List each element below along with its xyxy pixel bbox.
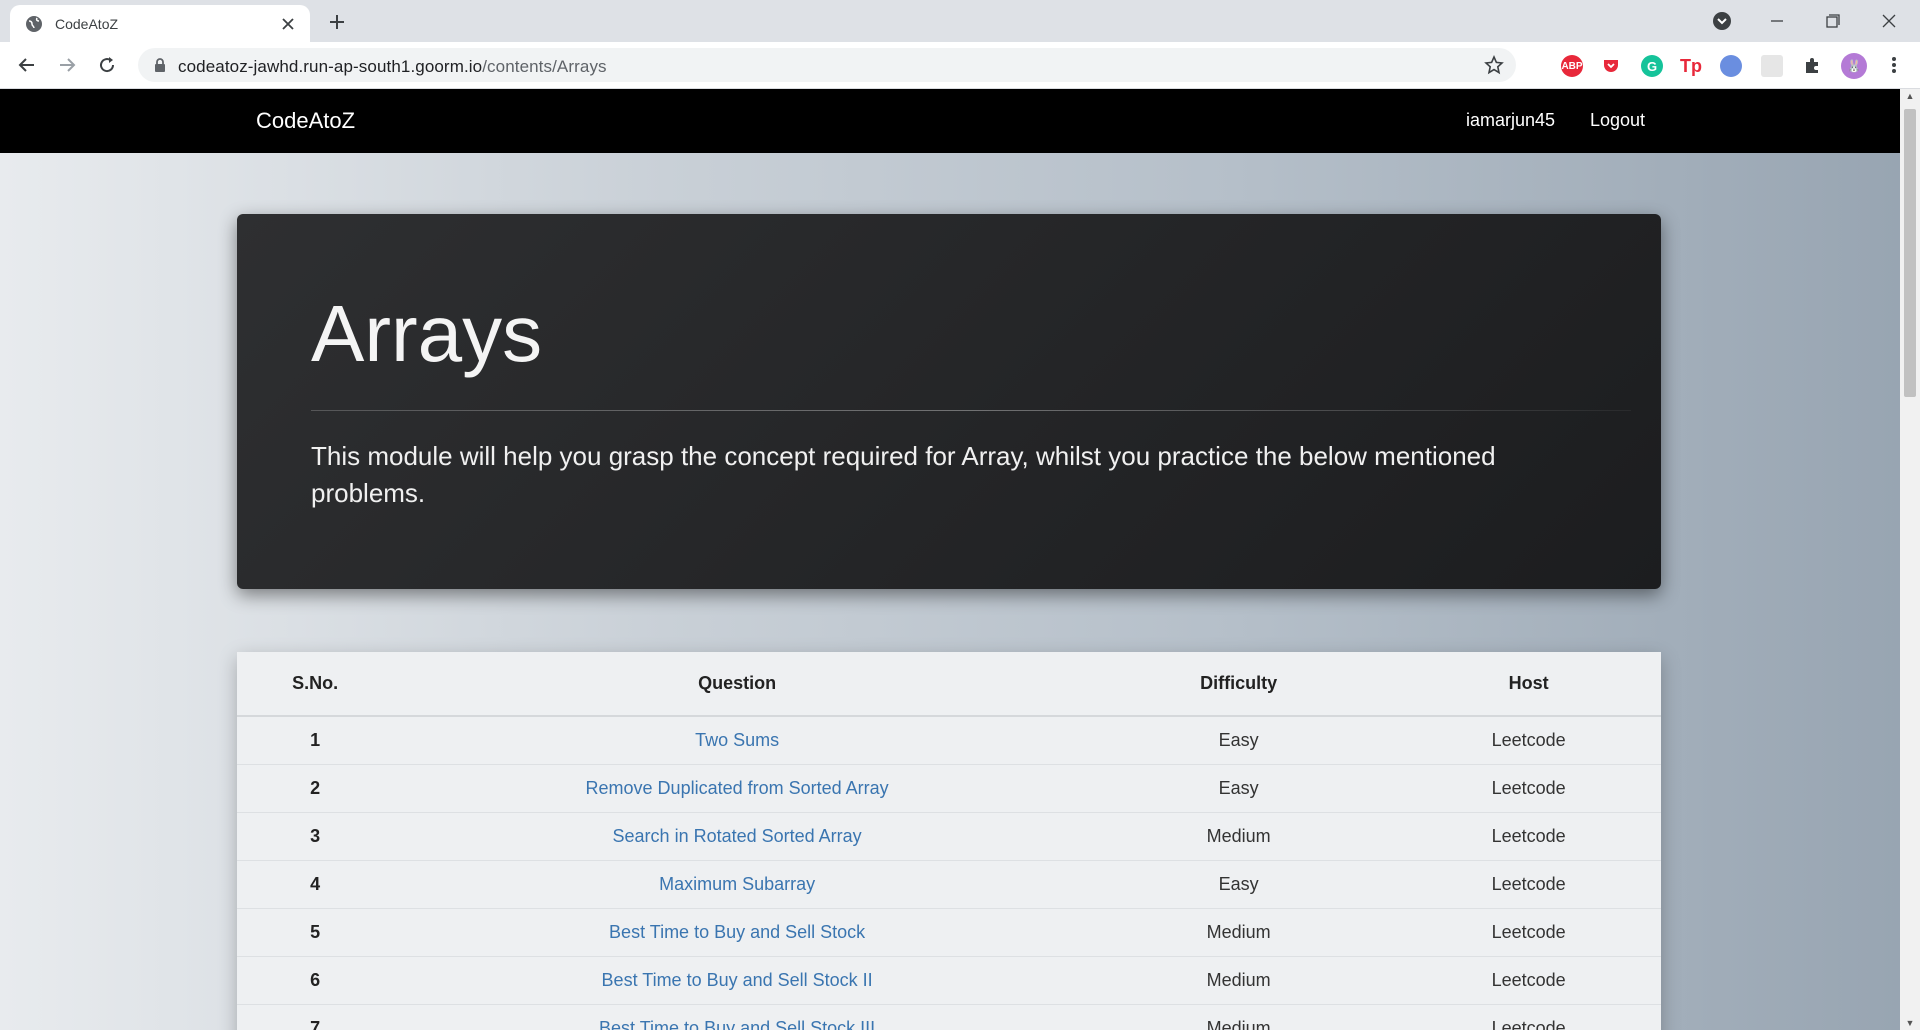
address-bar[interactable]: codeatoz-jawhd.run-ap-south1.goorm.io/co…	[138, 48, 1516, 82]
username-link[interactable]: iamarjun45	[1466, 110, 1555, 131]
table-row: 1 Two Sums Easy Leetcode	[237, 715, 1661, 765]
page-viewport: CodeAtoZ iamarjun45 Logout Arrays This m…	[0, 89, 1900, 1030]
row-host: Leetcode	[1396, 715, 1661, 765]
question-link[interactable]: Best Time to Buy and Sell Stock III	[599, 1018, 875, 1030]
row-host: Leetcode	[1396, 956, 1661, 1005]
header-sno: S.No.	[237, 652, 394, 717]
module-description: This module will help you grasp the conc…	[311, 441, 1496, 508]
tab-strip: CodeAtoZ	[0, 0, 1920, 42]
pocket-icon[interactable]	[1600, 55, 1622, 77]
header-question: Question	[393, 652, 1081, 717]
table-row: 7 Best Time to Buy and Sell Stock III Me…	[237, 1004, 1661, 1030]
question-link[interactable]: Search in Rotated Sorted Array	[613, 826, 862, 846]
new-tab-icon[interactable]	[324, 9, 350, 35]
row-difficulty: Easy	[1080, 764, 1397, 813]
scroll-up-arrow-icon[interactable]: ▲	[1905, 91, 1915, 101]
question-link[interactable]: Best Time to Buy and Sell Stock II	[602, 970, 873, 990]
extension-blue-icon[interactable]	[1720, 55, 1742, 77]
row-sno: 3	[237, 812, 394, 861]
url-text[interactable]: codeatoz-jawhd.run-ap-south1.goorm.io/co…	[178, 57, 607, 77]
row-host: Leetcode	[1396, 764, 1661, 813]
problems-table: S.No. Question Difficulty Host 1 Two Sum…	[237, 652, 1661, 1030]
row-host: Leetcode	[1396, 860, 1661, 909]
logout-link[interactable]: Logout	[1590, 110, 1645, 131]
site-brand-link[interactable]: CodeAtoZ	[256, 108, 355, 134]
row-sno: 2	[237, 764, 394, 813]
question-link[interactable]: Two Sums	[695, 730, 779, 750]
url-host: codeatoz-jawhd.run-ap-south1.goorm.io	[178, 57, 483, 76]
question-link[interactable]: Remove Duplicated from Sorted Array	[586, 778, 889, 798]
restore-icon[interactable]	[1813, 6, 1853, 36]
question-link[interactable]: Maximum Subarray	[659, 874, 815, 894]
row-difficulty: Easy	[1080, 715, 1397, 765]
close-tab-icon[interactable]	[278, 14, 298, 34]
problems-table-card: S.No. Question Difficulty Host 1 Two Sum…	[237, 652, 1661, 1030]
header-difficulty: Difficulty	[1080, 652, 1397, 717]
globe-icon	[25, 15, 43, 33]
close-window-icon[interactable]	[1869, 6, 1909, 36]
table-row: 5 Best Time to Buy and Sell Stock Medium…	[237, 908, 1661, 957]
tab-title: CodeAtoZ	[55, 16, 119, 32]
reload-icon[interactable]	[93, 51, 121, 79]
bookmark-star-icon[interactable]	[1484, 55, 1504, 75]
module-header-card: Arrays This module will help you grasp t…	[237, 214, 1661, 589]
menu-dots-icon[interactable]	[1880, 51, 1908, 79]
table-row: 6 Best Time to Buy and Sell Stock II Med…	[237, 956, 1661, 1005]
profile-avatar[interactable]: 🐰	[1841, 53, 1867, 79]
row-sno: 5	[237, 908, 394, 957]
extension-blank-icon[interactable]	[1761, 55, 1783, 77]
row-sno: 7	[237, 1004, 394, 1030]
table-header-row: S.No. Question Difficulty Host	[237, 652, 1661, 717]
row-difficulty: Medium	[1080, 812, 1397, 861]
row-host: Leetcode	[1396, 908, 1661, 957]
adblock-plus-icon[interactable]: ABP	[1561, 55, 1583, 77]
scrollbar-thumb[interactable]	[1904, 109, 1916, 397]
browser-toolbar: codeatoz-jawhd.run-ap-south1.goorm.io/co…	[0, 42, 1920, 89]
tab-search-icon[interactable]	[1702, 6, 1742, 36]
table-row: 3 Search in Rotated Sorted Array Medium …	[237, 812, 1661, 861]
site-navbar: CodeAtoZ iamarjun45 Logout	[0, 89, 1900, 153]
extensions-puzzle-icon[interactable]	[1801, 55, 1823, 77]
scroll-down-arrow-icon[interactable]: ▼	[1905, 1018, 1915, 1028]
row-difficulty: Easy	[1080, 860, 1397, 909]
url-path: /contents/Arrays	[482, 57, 607, 76]
page-title: Arrays	[311, 289, 543, 378]
page-scrollbar[interactable]: ▲ ▼	[1900, 89, 1920, 1030]
table-row: 4 Maximum Subarray Easy Leetcode	[237, 860, 1661, 909]
row-difficulty: Medium	[1080, 908, 1397, 957]
tp-icon[interactable]: Tp	[1680, 55, 1702, 77]
forward-arrow-icon[interactable]	[53, 51, 81, 79]
browser-tab[interactable]: CodeAtoZ	[10, 5, 310, 42]
back-arrow-icon[interactable]	[13, 51, 41, 79]
row-sno: 6	[237, 956, 394, 1005]
table-row: 2 Remove Duplicated from Sorted Array Ea…	[237, 764, 1661, 813]
row-sno: 4	[237, 860, 394, 909]
divider	[311, 410, 1631, 411]
row-sno: 1	[237, 715, 394, 765]
minimize-icon[interactable]	[1757, 6, 1797, 36]
header-host: Host	[1396, 652, 1661, 717]
question-link[interactable]: Best Time to Buy and Sell Stock	[609, 922, 865, 942]
row-host: Leetcode	[1396, 812, 1661, 861]
grammarly-icon[interactable]: G	[1641, 55, 1663, 77]
row-difficulty: Medium	[1080, 1004, 1397, 1030]
lock-icon[interactable]	[152, 57, 168, 73]
row-host: Leetcode	[1396, 1004, 1661, 1030]
row-difficulty: Medium	[1080, 956, 1397, 1005]
